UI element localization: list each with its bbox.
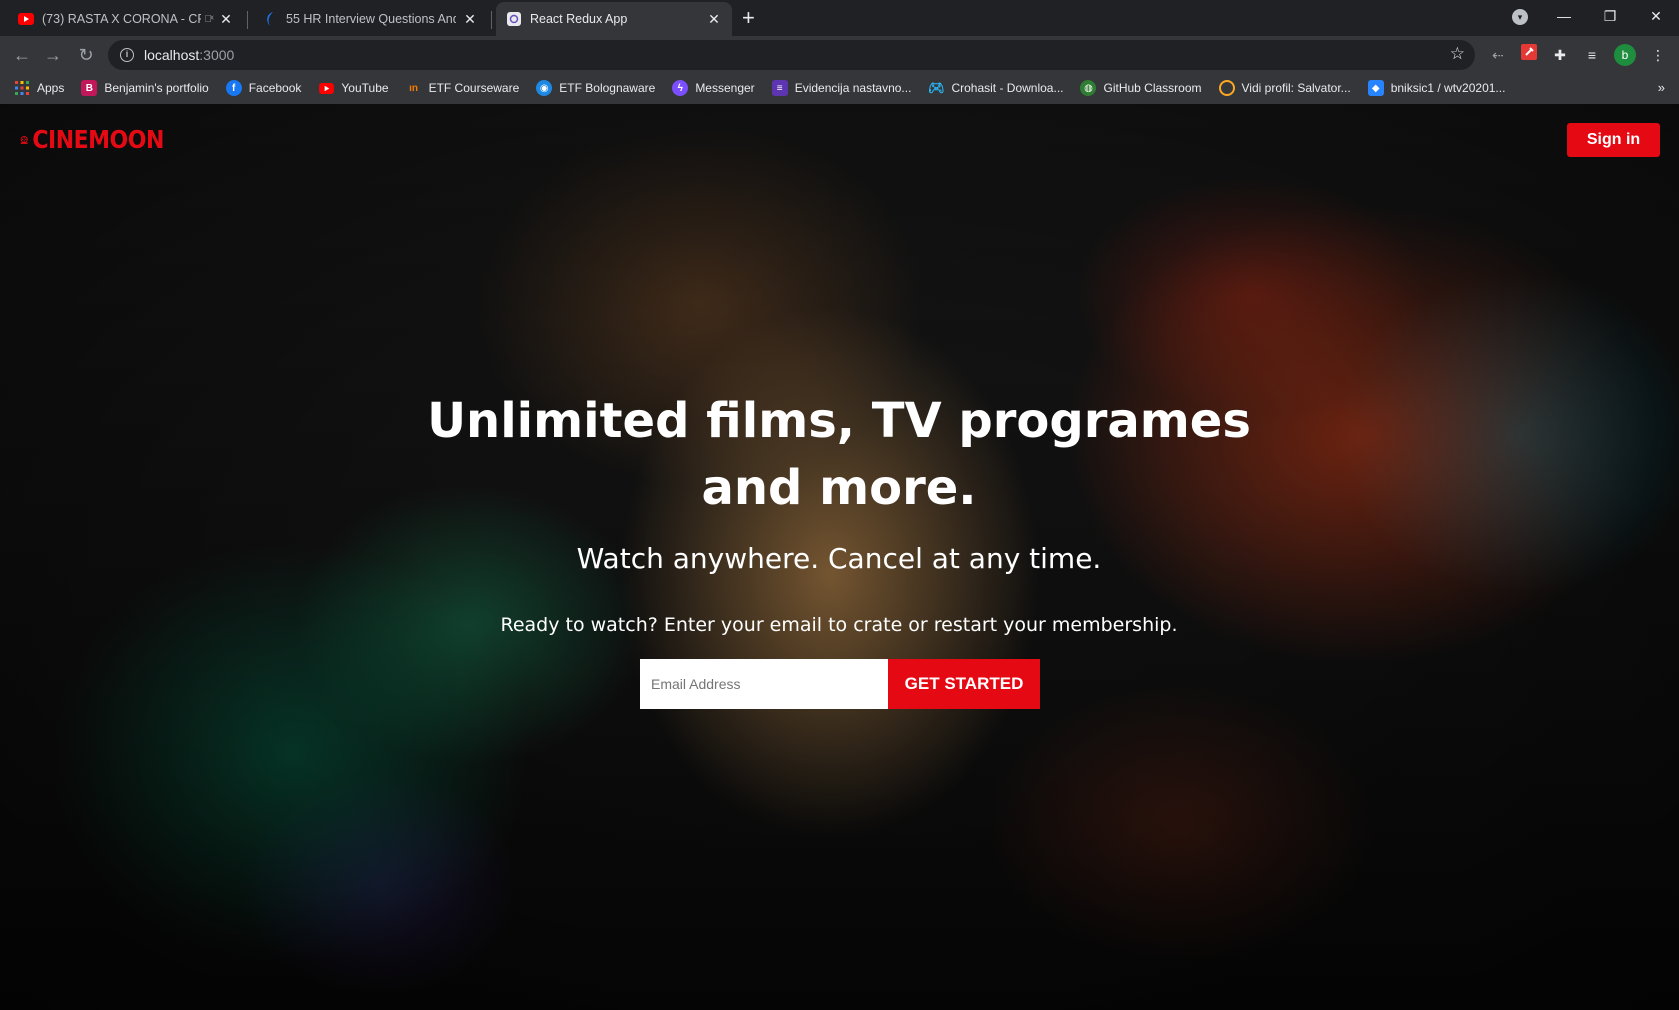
blue-swoosh-icon — [262, 11, 278, 27]
new-tab-button[interactable]: + — [742, 2, 755, 36]
restore-icon[interactable]: ❐ — [1587, 8, 1633, 25]
minimize-icon[interactable]: — — [1541, 8, 1587, 24]
tab-youtube[interactable]: (73) RASTA X CORONA - CRN ◀ͯ ✕ — [8, 2, 244, 36]
portfolio-icon: B — [81, 80, 98, 96]
browser-toolbar: ← → ↻ i localhost:3000 ☆ ⇠ ✚ ≡ b ⋮ Apps … — [0, 36, 1679, 104]
bookmark-etf-bolognaware[interactable]: ◉ ETF Bolognaware — [536, 80, 655, 96]
profile-avatar[interactable]: b — [1614, 44, 1636, 66]
pin-extension-icon[interactable] — [1517, 43, 1541, 67]
bookmark-label: GitHub Classroom — [1103, 81, 1202, 95]
generic-page-icon — [506, 11, 522, 27]
close-window-icon[interactable]: ✕ — [1633, 8, 1679, 25]
bookmark-etf-courseware[interactable]: ın ETF Courseware — [406, 80, 520, 96]
puzzle-extensions-icon[interactable]: ✚ — [1548, 43, 1572, 67]
speaker-muted-icon[interactable]: ◀ͯ — [205, 14, 213, 25]
bookmark-portfolio[interactable]: B Benjamin's portfolio — [81, 80, 209, 96]
profile-ring-icon — [1218, 80, 1235, 96]
bookmark-crohasit[interactable]: 🎮︎ Crohasit - Downloa... — [928, 80, 1063, 96]
close-tab-icon[interactable]: ✕ — [218, 11, 234, 28]
landing-page: CINEMOON Sign in Unlimited films, TV pro… — [0, 104, 1679, 1010]
bookmark-label: ETF Courseware — [428, 81, 520, 95]
hero-title-line-2: and more. — [701, 460, 977, 516]
bookmark-label: Benjamin's portfolio — [104, 81, 209, 95]
bookmark-label: Crohasit - Downloa... — [951, 81, 1064, 95]
bolognaware-icon: ◉ — [536, 80, 553, 96]
reload-icon[interactable]: ↻ — [72, 41, 100, 69]
bookmark-youtube[interactable]: YouTube — [318, 80, 389, 96]
bookmark-vidi-profil[interactable]: Vidi profil: Salvator... — [1218, 80, 1351, 96]
tab-react-redux-app[interactable]: React Redux App ✕ — [491, 2, 732, 36]
tab-title: 55 HR Interview Questions And A — [286, 12, 456, 26]
tab-interview-questions[interactable]: 55 HR Interview Questions And A ✕ — [247, 2, 488, 36]
window-controls: — ❐ ✕ — [1541, 0, 1679, 32]
bookmark-star-icon[interactable]: ☆ — [1450, 44, 1465, 64]
bookmark-evidencija[interactable]: ≡ Evidencija nastavno... — [771, 80, 912, 96]
bookmark-label: Messenger — [695, 81, 755, 95]
back-arrow-icon[interactable]: ← — [8, 41, 36, 69]
url-port: :3000 — [199, 47, 235, 63]
bitbucket-icon: ◆ — [1367, 80, 1384, 96]
close-tab-icon[interactable]: ✕ — [462, 11, 478, 28]
bookmark-label: bniksic1 / wtv20201... — [1390, 81, 1506, 95]
bookmark-label: ETF Bolognaware — [559, 81, 656, 95]
tab-search-icon[interactable]: ▾ — [1512, 9, 1528, 25]
hero-cta-text: Ready to watch? Enter your email to crat… — [500, 614, 1178, 636]
forward-arrow-icon[interactable]: → — [39, 41, 67, 69]
site-info-icon[interactable]: i — [120, 48, 134, 62]
signup-form: GET STARTED — [640, 659, 1040, 709]
bookmark-bitbucket[interactable]: ◆ bniksic1 / wtv20201... — [1367, 80, 1506, 96]
bookmark-label: Vidi profil: Salvator... — [1241, 81, 1351, 95]
get-started-button[interactable]: GET STARTED — [888, 659, 1040, 709]
browser-tabstrip: (73) RASTA X CORONA - CRN ◀ͯ ✕ 55 HR Int… — [0, 0, 1679, 36]
address-bar[interactable]: i localhost:3000 ☆ — [108, 40, 1475, 70]
courseware-icon: ın — [409, 82, 418, 94]
bookmark-label: Apps — [37, 81, 65, 95]
bookmark-label: YouTube — [341, 81, 389, 95]
more-bookmarks-chevron-icon[interactable]: » — [1658, 80, 1665, 95]
hero-subtitle: Watch anywhere. Cancel at any time. — [576, 542, 1102, 575]
gamepad-icon: 🎮︎ — [928, 80, 945, 95]
hero-title-line-1: Unlimited films, TV programes — [427, 393, 1251, 449]
bookmark-apps[interactable]: Apps — [14, 80, 64, 96]
facebook-icon: f — [225, 80, 242, 96]
messenger-icon: ϟ — [672, 80, 689, 96]
hero-title: Unlimited films, TV programes and more. — [339, 388, 1339, 522]
youtube-icon — [318, 80, 334, 96]
bookmark-github-classroom[interactable]: ◍ GitHub Classroom — [1080, 80, 1202, 96]
tab-title: React Redux App — [530, 12, 628, 26]
url-host: localhost — [144, 47, 200, 63]
menu-kebab-icon[interactable]: ⋮ — [1646, 43, 1670, 67]
translate-extension-icon[interactable]: ⇠ — [1486, 43, 1510, 67]
bookmark-label: Facebook — [248, 81, 302, 95]
bookmark-facebook[interactable]: f Facebook — [225, 80, 302, 96]
hero-section: Unlimited films, TV programes and more. … — [0, 104, 1679, 1010]
tab-title: (73) RASTA X CORONA - CRN — [42, 12, 201, 26]
youtube-icon — [18, 11, 34, 27]
bookmark-label: Evidencija nastavno... — [794, 81, 912, 95]
reading-list-icon[interactable]: ≡ — [1580, 43, 1604, 67]
list-icon: ≡ — [771, 80, 788, 96]
bookmarks-bar: Apps B Benjamin's portfolio f Facebook Y… — [0, 74, 1679, 102]
close-tab-icon[interactable]: ✕ — [706, 11, 722, 28]
bookmark-messenger[interactable]: ϟ Messenger — [672, 80, 755, 96]
email-input[interactable] — [640, 659, 888, 709]
github-icon: ◍ — [1080, 80, 1097, 96]
apps-grid-icon — [14, 80, 30, 96]
